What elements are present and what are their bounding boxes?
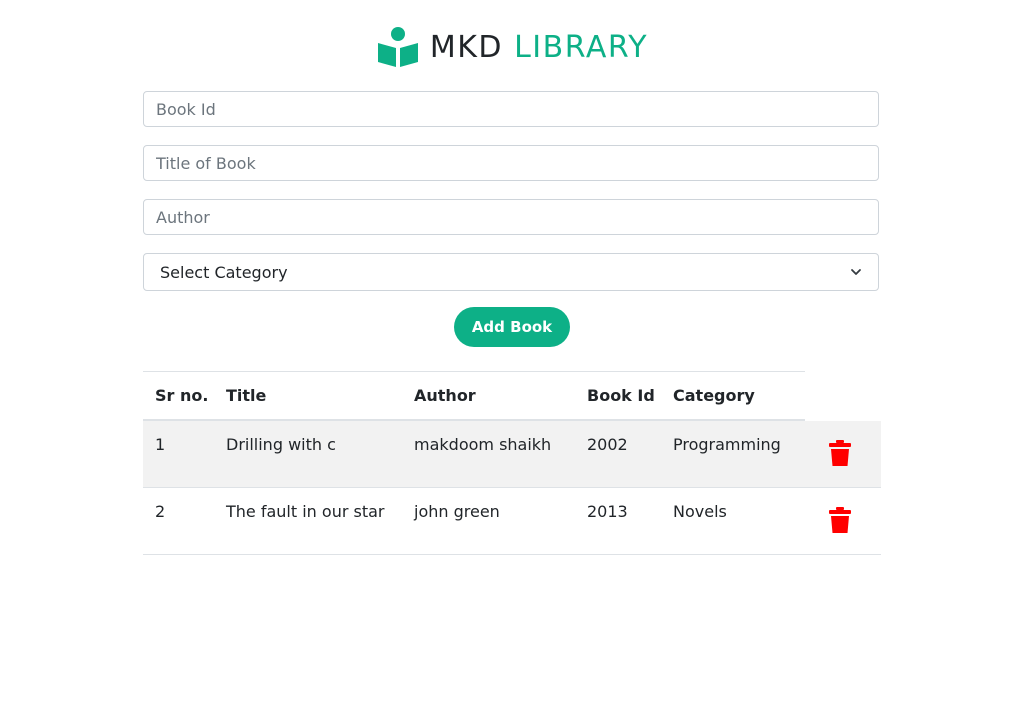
- cell-book-id: 2002: [587, 435, 628, 454]
- books-table: Sr no. Title Author Book Id Category 1 D…: [143, 371, 881, 555]
- book-id-input[interactable]: [143, 91, 879, 127]
- cell-sr-no: 1: [155, 435, 166, 454]
- table-row: 2 The fault in our star john green 2013 …: [143, 488, 881, 555]
- header-sr-no: Sr no.: [155, 386, 209, 405]
- header-author: Author: [414, 386, 476, 405]
- category-select-value: Select Category: [160, 262, 288, 282]
- cell-category: Novels: [673, 502, 727, 521]
- reading-person-icon: [377, 27, 418, 67]
- trash-icon[interactable]: [829, 507, 851, 533]
- header-title: Title: [226, 386, 267, 405]
- book-title-input[interactable]: [143, 145, 879, 181]
- add-book-button[interactable]: Add Book: [454, 307, 570, 347]
- table-header: Sr no. Title Author Book Id Category: [143, 371, 805, 421]
- cell-title: The fault in our star: [226, 502, 385, 521]
- category-select[interactable]: Select Category: [143, 253, 879, 291]
- author-input[interactable]: [143, 199, 879, 235]
- table-row: 1 Drilling with c makdoom shaikh 2002 Pr…: [143, 421, 881, 488]
- cell-sr-no: 2: [155, 502, 166, 521]
- cell-category: Programming: [673, 435, 781, 454]
- header-book-id: Book Id: [587, 386, 655, 405]
- cell-author: makdoom shaikh: [414, 435, 552, 454]
- cell-title: Drilling with c: [226, 435, 336, 454]
- brand-title: MKD LIBRARY: [430, 30, 648, 65]
- cell-author: john green: [414, 502, 500, 521]
- brand-part-library: LIBRARY: [514, 29, 649, 65]
- header-category: Category: [673, 386, 755, 405]
- brand-part-mkd: MKD: [429, 29, 504, 65]
- chevron-down-icon: [851, 269, 861, 275]
- header: MKD LIBRARY: [0, 22, 1024, 72]
- cell-book-id: 2013: [587, 502, 628, 521]
- trash-icon[interactable]: [829, 440, 851, 466]
